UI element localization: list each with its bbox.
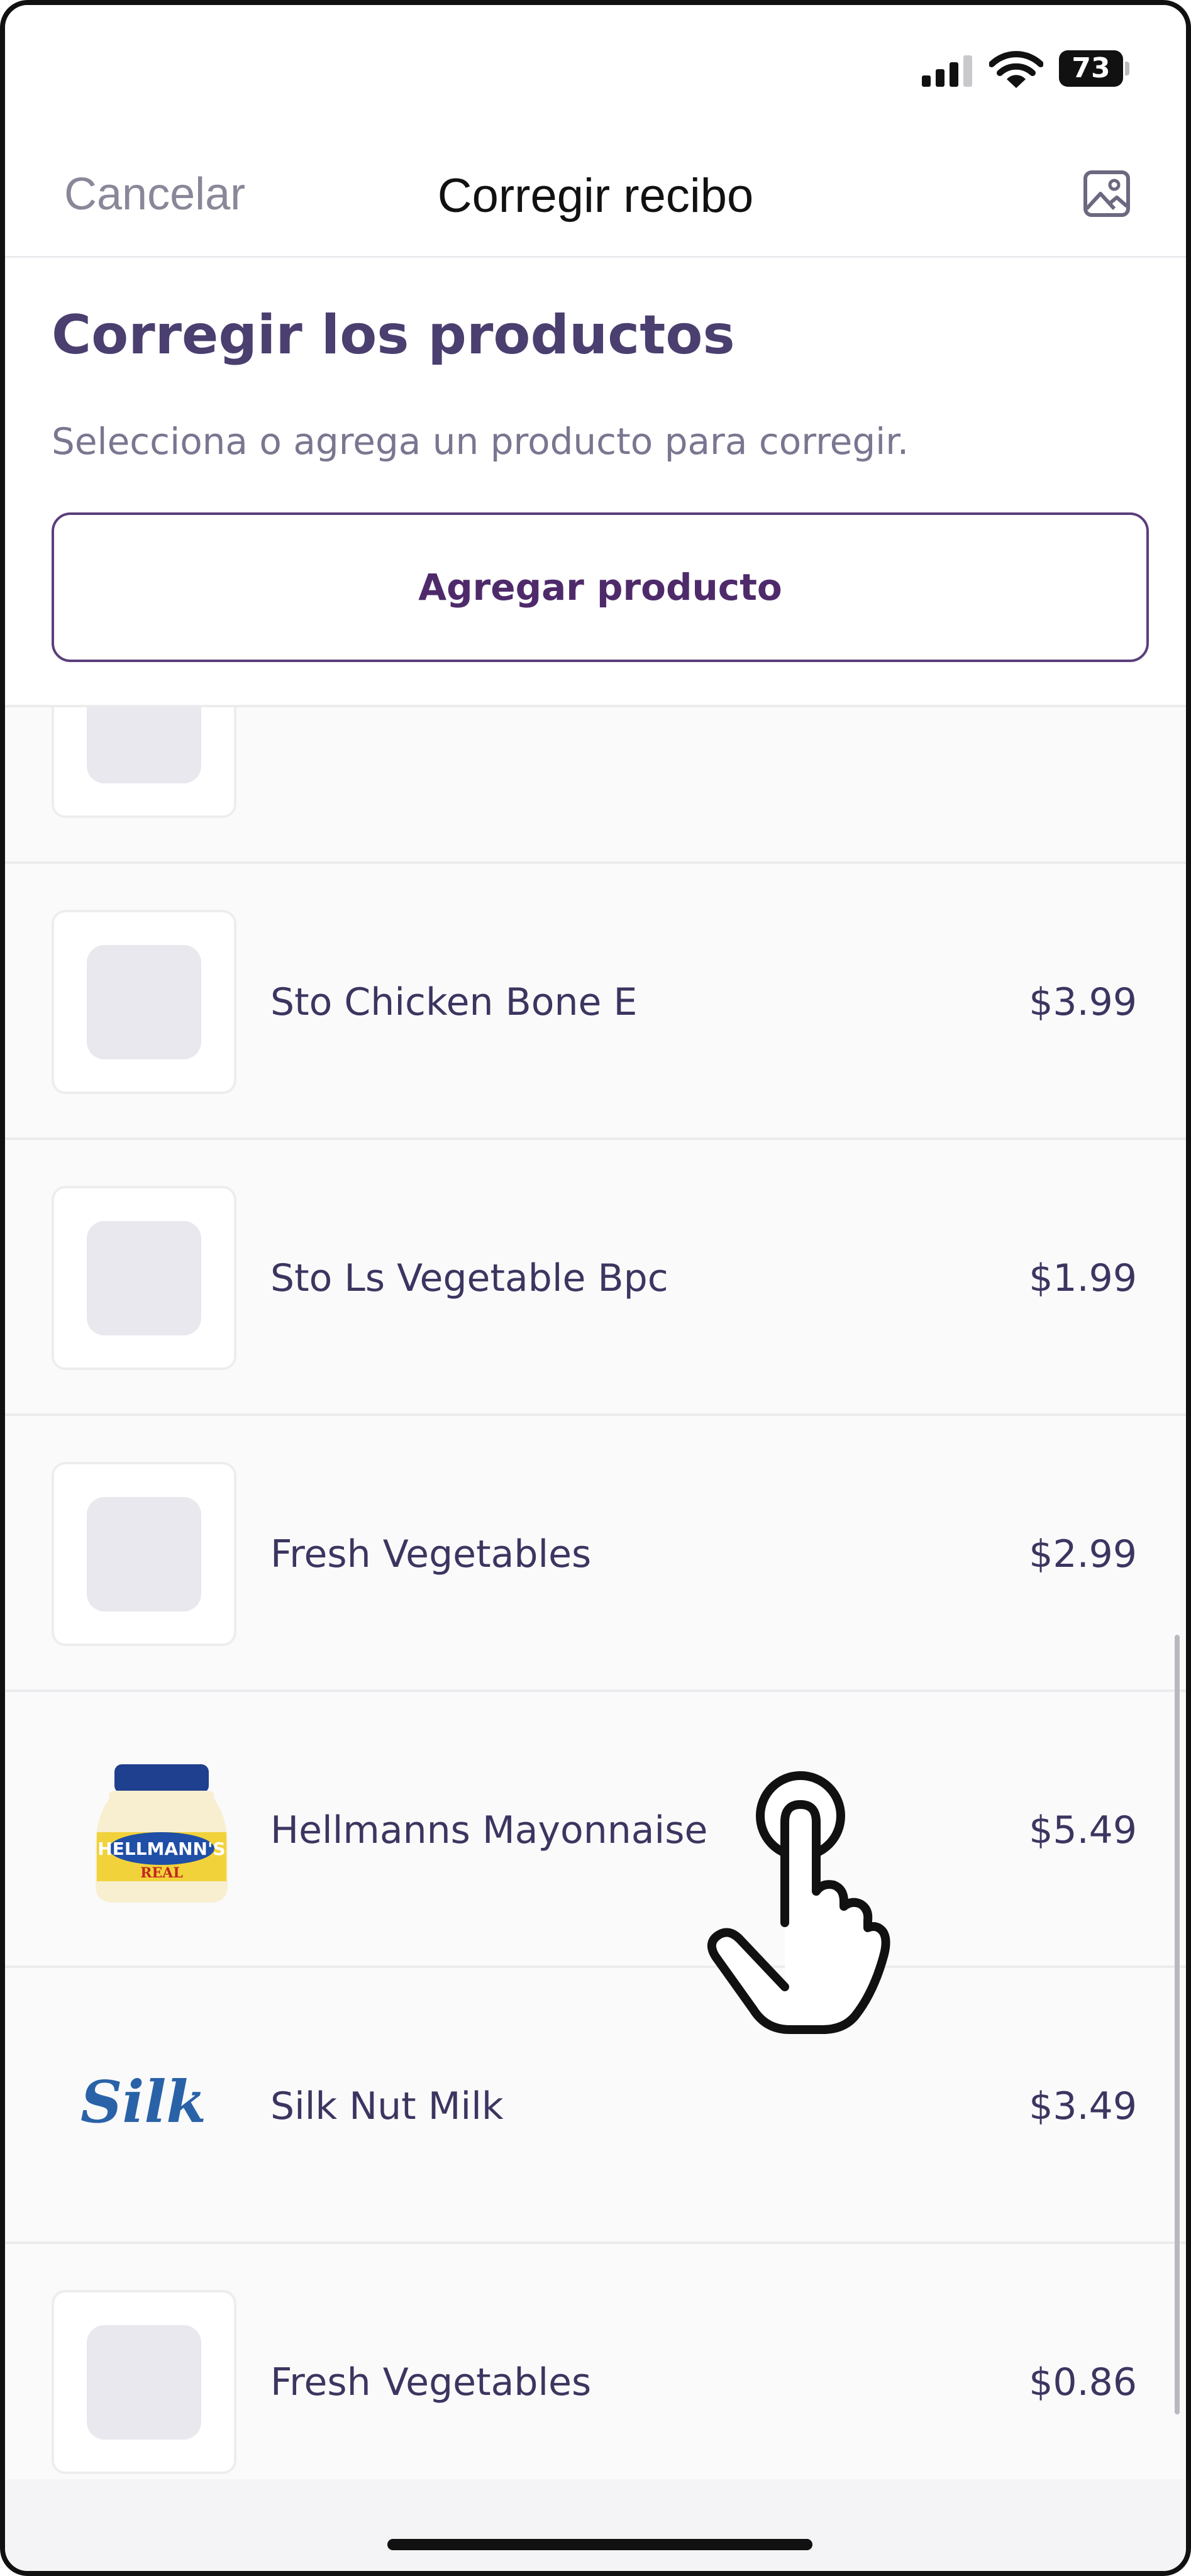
- product-row-partial[interactable]: [5, 707, 1186, 864]
- battery-icon: 73: [1059, 50, 1129, 87]
- product-name: Sto Chicken Bone E: [270, 980, 638, 1024]
- scrollbar[interactable]: [1175, 1635, 1180, 2414]
- product-row[interactable]: HELLMANN'S REAL Hellmanns Mayonnaise $5.…: [5, 1692, 1186, 1968]
- home-indicator[interactable]: [387, 2539, 812, 2550]
- mayonnaise-sub-label: REAL: [140, 1865, 183, 1881]
- product-row[interactable]: Sto Chicken Bone E $3.99: [5, 864, 1186, 1140]
- product-image-mayonnaise: HELLMANN'S REAL: [52, 1738, 236, 1922]
- product-price: $0.86: [1029, 2360, 1137, 2404]
- image-icon[interactable]: [1082, 169, 1132, 219]
- status-bar: 73: [5, 5, 1186, 124]
- product-row[interactable]: Silk Silk Nut Milk $3.49: [5, 1968, 1186, 2244]
- nav-bar: Cancelar Corregir recibo: [5, 124, 1186, 258]
- section-title: Corregir los productos: [52, 304, 735, 367]
- page-title: Corregir recibo: [437, 169, 754, 223]
- add-product-button[interactable]: Agregar producto: [52, 512, 1149, 662]
- product-row[interactable]: Fresh Vegetables $0.86: [5, 2244, 1186, 2479]
- product-name: Hellmanns Mayonnaise: [270, 1808, 708, 1852]
- product-row[interactable]: Fresh Vegetables $2.99: [5, 1416, 1186, 1692]
- product-name: Fresh Vegetables: [270, 2360, 592, 2404]
- phone-screen: 73 Cancelar Corregir recibo Corregir los…: [0, 0, 1191, 2576]
- product-name: Silk Nut Milk: [270, 2084, 504, 2128]
- wifi-icon: [989, 51, 1043, 88]
- mayonnaise-jar-icon: HELLMANN'S REAL: [96, 1764, 228, 1903]
- product-row[interactable]: Sto Ls Vegetable Bpc $1.99: [5, 1140, 1186, 1416]
- product-name: Sto Ls Vegetable Bpc: [270, 1256, 668, 1300]
- silk-logo-text: Silk: [80, 2068, 206, 2136]
- product-price: $2.99: [1029, 1532, 1137, 1576]
- product-price: $3.49: [1029, 2084, 1137, 2128]
- bottom-area: [5, 2479, 1186, 2571]
- product-image-placeholder: [52, 910, 236, 1094]
- product-image-silk: Silk: [52, 2014, 236, 2198]
- mayonnaise-brand-label: HELLMANN'S: [97, 1838, 225, 1859]
- product-price: $3.99: [1029, 980, 1137, 1024]
- product-price: $1.99: [1029, 1256, 1137, 1300]
- silk-logo-icon: Silk: [80, 2068, 206, 2136]
- product-image-placeholder: [52, 2290, 236, 2474]
- product-image-placeholder: [52, 1186, 236, 1370]
- section-subtitle: Selecciona o agrega un producto para cor…: [52, 420, 909, 463]
- products-header: Corregir los productos Selecciona o agre…: [5, 260, 1186, 707]
- product-list[interactable]: Sto Chicken Bone E $3.99 Sto Ls Vegetabl…: [5, 707, 1186, 2479]
- signal-icon: [922, 55, 972, 87]
- product-image-placeholder: [52, 707, 236, 818]
- product-image-placeholder: [52, 1462, 236, 1646]
- product-price: $5.49: [1029, 1808, 1137, 1852]
- tap-hand-icon: [707, 1771, 890, 2034]
- product-name: Fresh Vegetables: [270, 1532, 592, 1576]
